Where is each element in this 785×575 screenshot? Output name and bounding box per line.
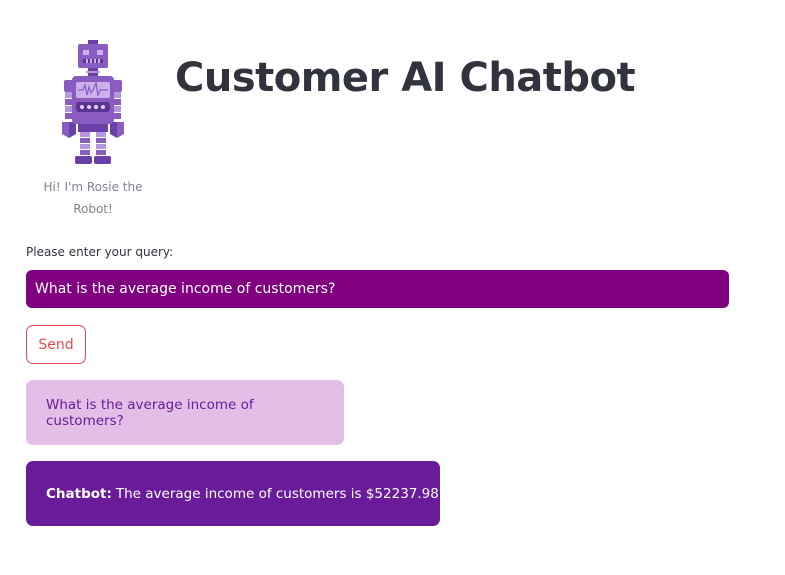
app-root: Hi! I'm Rosie the Robot! Customer AI Cha… bbox=[0, 0, 785, 575]
user-message-text: What is the average income of customers? bbox=[46, 396, 254, 429]
robot-logo: Hi! I'm Rosie the Robot! bbox=[38, 38, 148, 220]
query-input[interactable] bbox=[26, 270, 729, 308]
user-message-bubble: What is the average income of customers? bbox=[26, 380, 344, 445]
page-title: Customer AI Chatbot bbox=[175, 55, 636, 101]
send-button[interactable]: Send bbox=[26, 325, 86, 364]
query-label: Please enter your query: bbox=[26, 245, 174, 259]
logo-caption: Hi! I'm Rosie the Robot! bbox=[43, 180, 143, 216]
bot-label: Chatbot: bbox=[46, 485, 112, 502]
robot-icon bbox=[62, 40, 124, 164]
bot-message-bubble: Chatbot: The average income of customers… bbox=[26, 461, 444, 526]
bot-message-text: The average income of customers is $5223… bbox=[115, 485, 444, 502]
